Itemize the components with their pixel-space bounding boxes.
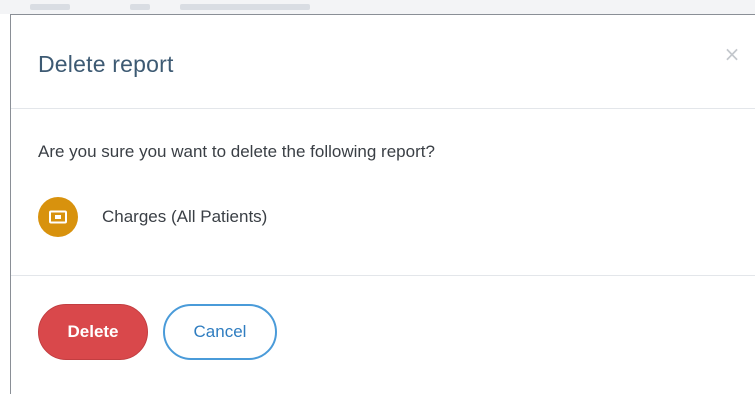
close-button[interactable]: × [721, 43, 743, 65]
underlying-page-text [180, 4, 310, 10]
delete-button[interactable]: Delete [38, 304, 148, 360]
report-item: Charges (All Patients) [38, 197, 267, 237]
underlying-page-text [130, 4, 150, 10]
underlying-page [0, 0, 755, 14]
delete-report-dialog: Delete report × Are you sure you want to… [10, 14, 755, 394]
dialog-body: Are you sure you want to delete the foll… [11, 109, 755, 276]
money-bill-icon [38, 197, 78, 237]
dialog-title: Delete report [38, 51, 174, 77]
dialog-header: Delete report × [11, 15, 755, 109]
cancel-button[interactable]: Cancel [163, 304, 277, 360]
dialog-footer: Delete Cancel [11, 276, 755, 386]
close-icon: × [723, 42, 741, 66]
report-name: Charges (All Patients) [102, 207, 268, 226]
confirmation-prompt: Are you sure you want to delete the foll… [38, 142, 435, 161]
underlying-page-text [30, 4, 70, 10]
